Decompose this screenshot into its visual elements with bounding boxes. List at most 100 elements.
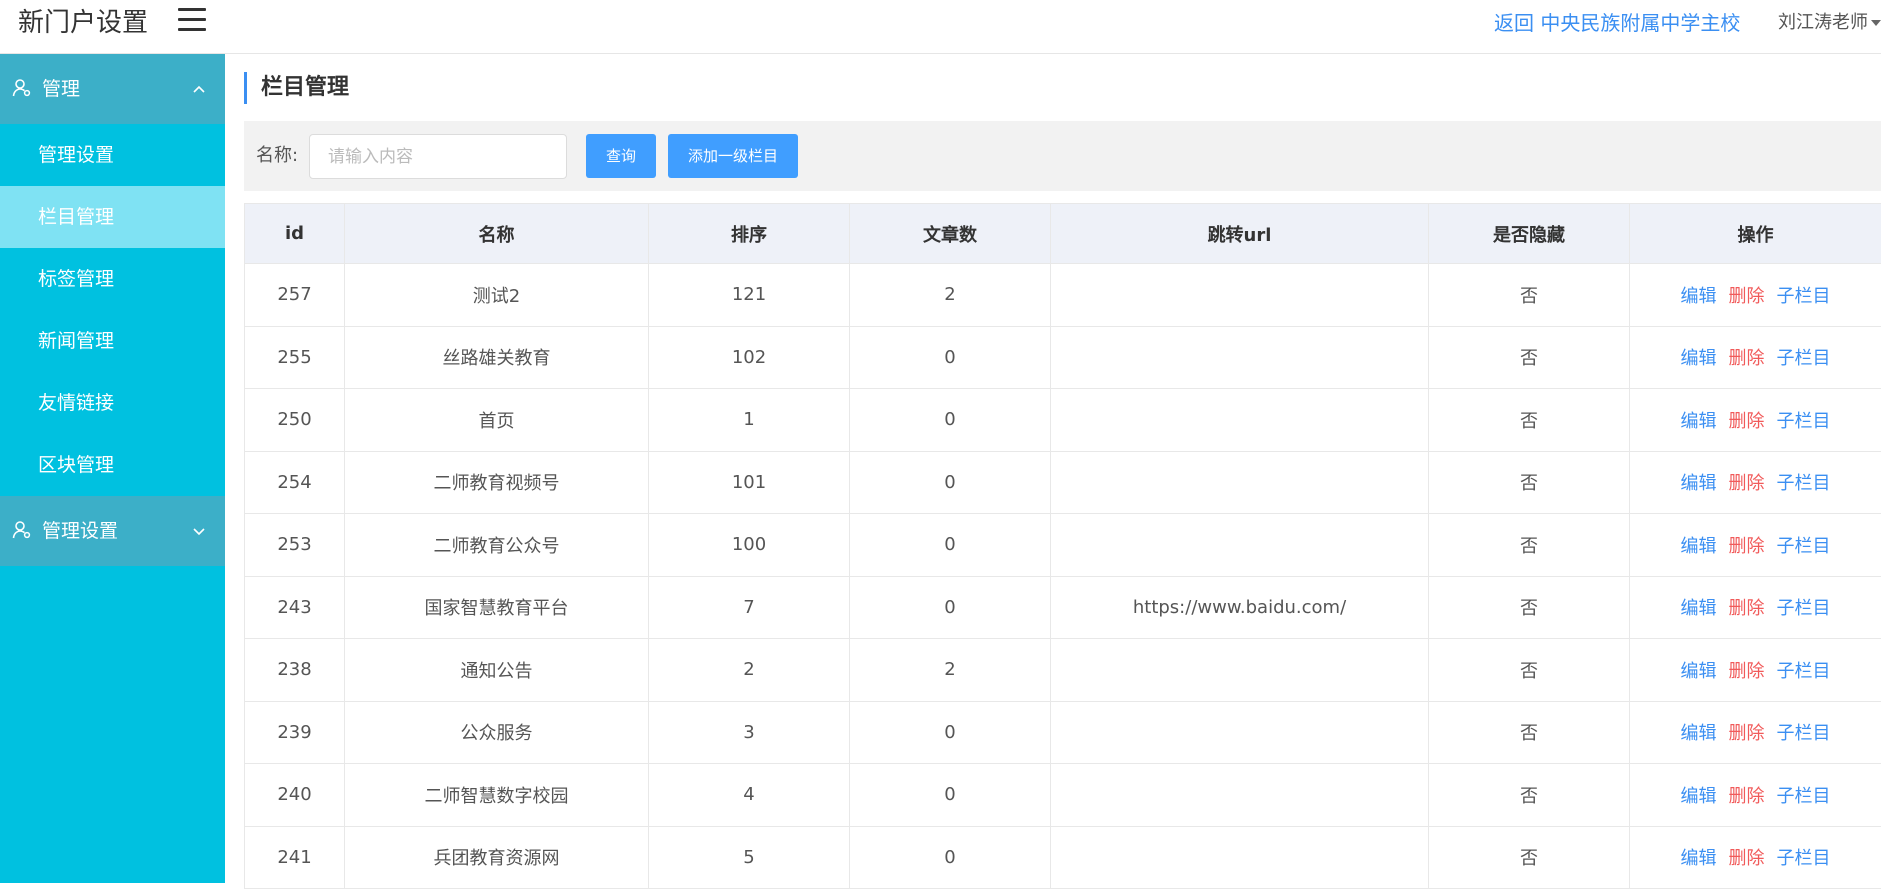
delete-link[interactable]: 删除 xyxy=(1729,536,1765,557)
search-toolbar: 名称: 查询 添加一级栏目 xyxy=(244,121,1881,191)
cell-articles: 0 xyxy=(850,764,1051,827)
cell-url xyxy=(1051,764,1429,827)
cell-actions: 编辑删除子栏目 xyxy=(1630,639,1881,702)
cell-hidden: 否 xyxy=(1429,264,1630,327)
cell-articles: 0 xyxy=(850,826,1051,889)
edit-link[interactable]: 编辑 xyxy=(1681,661,1717,682)
sub-column-link[interactable]: 子栏目 xyxy=(1777,536,1831,557)
cell-actions: 编辑删除子栏目 xyxy=(1630,826,1881,889)
cell-hidden: 否 xyxy=(1429,451,1630,514)
cell-actions: 编辑删除子栏目 xyxy=(1630,451,1881,514)
cell-id: 254 xyxy=(245,451,345,514)
sub-column-link[interactable]: 子栏目 xyxy=(1777,598,1831,619)
cell-articles: 0 xyxy=(850,389,1051,452)
sidebar-item-news-management[interactable]: 新闻管理 xyxy=(0,310,225,372)
cell-id: 241 xyxy=(245,826,345,889)
sidebar-group-manage-settings[interactable]: 管理设置 xyxy=(0,496,225,566)
cell-sort: 100 xyxy=(649,514,850,577)
edit-link[interactable]: 编辑 xyxy=(1681,786,1717,807)
cell-articles: 0 xyxy=(850,451,1051,514)
column-header-actions: 操作 xyxy=(1630,204,1881,264)
cell-actions: 编辑删除子栏目 xyxy=(1630,326,1881,389)
table-row: 254二师教育视频号1010否编辑删除子栏目 xyxy=(245,451,1881,514)
edit-link[interactable]: 编辑 xyxy=(1681,536,1717,557)
cell-sort: 101 xyxy=(649,451,850,514)
caret-down-icon xyxy=(1871,20,1881,26)
table-row: 240二师智慧数字校园40否编辑删除子栏目 xyxy=(245,764,1881,827)
sidebar-item-column-management[interactable]: 栏目管理 xyxy=(0,186,225,248)
cell-articles: 0 xyxy=(850,514,1051,577)
sub-column-link[interactable]: 子栏目 xyxy=(1777,286,1831,307)
user-menu[interactable]: 刘江涛老师 xyxy=(1778,9,1881,37)
sub-column-link[interactable]: 子栏目 xyxy=(1777,848,1831,869)
add-top-column-button[interactable]: 添加一级栏目 xyxy=(668,134,798,178)
main-content: 栏目管理 名称: 查询 添加一级栏目 id 名称 排序 文章数 xyxy=(244,54,1881,883)
search-input[interactable] xyxy=(309,134,567,179)
sidebar-item-tag-management[interactable]: 标签管理 xyxy=(0,248,225,310)
edit-link[interactable]: 编辑 xyxy=(1681,473,1717,494)
cell-id: 253 xyxy=(245,514,345,577)
delete-link[interactable]: 删除 xyxy=(1729,786,1765,807)
sub-column-link[interactable]: 子栏目 xyxy=(1777,348,1831,369)
delete-link[interactable]: 删除 xyxy=(1729,473,1765,494)
sidebar-item-block-management[interactable]: 区块管理 xyxy=(0,434,225,496)
cell-hidden: 否 xyxy=(1429,764,1630,827)
top-header: 新门户设置 返回 中央民族附属中学主校 刘江涛老师 xyxy=(0,0,1881,54)
cell-sort: 4 xyxy=(649,764,850,827)
cell-name: 丝路雄关教育 xyxy=(345,326,649,389)
delete-link[interactable]: 删除 xyxy=(1729,848,1765,869)
delete-link[interactable]: 删除 xyxy=(1729,348,1765,369)
cell-articles: 0 xyxy=(850,576,1051,639)
sub-column-link[interactable]: 子栏目 xyxy=(1777,786,1831,807)
sidebar: 管理 管理设置 栏目管理 标签管理 新闻管理 友情链接 区块管理 管理设置 xyxy=(0,54,225,883)
edit-link[interactable]: 编辑 xyxy=(1681,411,1717,432)
sidebar-group-manage[interactable]: 管理 xyxy=(0,54,225,124)
table-row: 257测试21212否编辑删除子栏目 xyxy=(245,264,1881,327)
cell-url xyxy=(1051,639,1429,702)
menu-toggle-icon[interactable] xyxy=(178,8,206,32)
cell-url xyxy=(1051,451,1429,514)
cell-id: 240 xyxy=(245,764,345,827)
chevron-up-icon xyxy=(191,54,207,124)
table-header-row: id 名称 排序 文章数 跳转url 是否隐藏 操作 xyxy=(245,204,1881,264)
edit-link[interactable]: 编辑 xyxy=(1681,286,1717,307)
search-label: 名称: xyxy=(256,141,298,171)
column-header-articles: 文章数 xyxy=(850,204,1051,264)
sub-column-link[interactable]: 子栏目 xyxy=(1777,723,1831,744)
column-header-id: id xyxy=(245,204,345,264)
user-gear-icon xyxy=(12,520,32,540)
query-button[interactable]: 查询 xyxy=(586,134,656,178)
delete-link[interactable]: 删除 xyxy=(1729,598,1765,619)
cell-url xyxy=(1051,326,1429,389)
cell-url xyxy=(1051,826,1429,889)
sidebar-item-manage-settings[interactable]: 管理设置 xyxy=(0,124,225,186)
user-gear-icon xyxy=(12,78,32,98)
sub-column-link[interactable]: 子栏目 xyxy=(1777,411,1831,432)
edit-link[interactable]: 编辑 xyxy=(1681,598,1717,619)
delete-link[interactable]: 删除 xyxy=(1729,286,1765,307)
cell-name: 二师教育视频号 xyxy=(345,451,649,514)
cell-hidden: 否 xyxy=(1429,514,1630,577)
cell-hidden: 否 xyxy=(1429,639,1630,702)
sub-column-link[interactable]: 子栏目 xyxy=(1777,661,1831,682)
cell-name: 兵团教育资源网 xyxy=(345,826,649,889)
return-main-school-link[interactable]: 返回 中央民族附属中学主校 xyxy=(1494,8,1740,38)
cell-hidden: 否 xyxy=(1429,576,1630,639)
cell-hidden: 否 xyxy=(1429,389,1630,452)
cell-url xyxy=(1051,514,1429,577)
column-header-name: 名称 xyxy=(345,204,649,264)
chevron-down-icon xyxy=(191,496,207,566)
delete-link[interactable]: 删除 xyxy=(1729,723,1765,744)
cell-sort: 5 xyxy=(649,826,850,889)
edit-link[interactable]: 编辑 xyxy=(1681,723,1717,744)
edit-link[interactable]: 编辑 xyxy=(1681,348,1717,369)
cell-name: 国家智慧教育平台 xyxy=(345,576,649,639)
table-row: 238通知公告22否编辑删除子栏目 xyxy=(245,639,1881,702)
table-row: 253二师教育公众号1000否编辑删除子栏目 xyxy=(245,514,1881,577)
delete-link[interactable]: 删除 xyxy=(1729,661,1765,682)
cell-id: 255 xyxy=(245,326,345,389)
sub-column-link[interactable]: 子栏目 xyxy=(1777,473,1831,494)
sidebar-item-friend-links[interactable]: 友情链接 xyxy=(0,372,225,434)
edit-link[interactable]: 编辑 xyxy=(1681,848,1717,869)
delete-link[interactable]: 删除 xyxy=(1729,411,1765,432)
